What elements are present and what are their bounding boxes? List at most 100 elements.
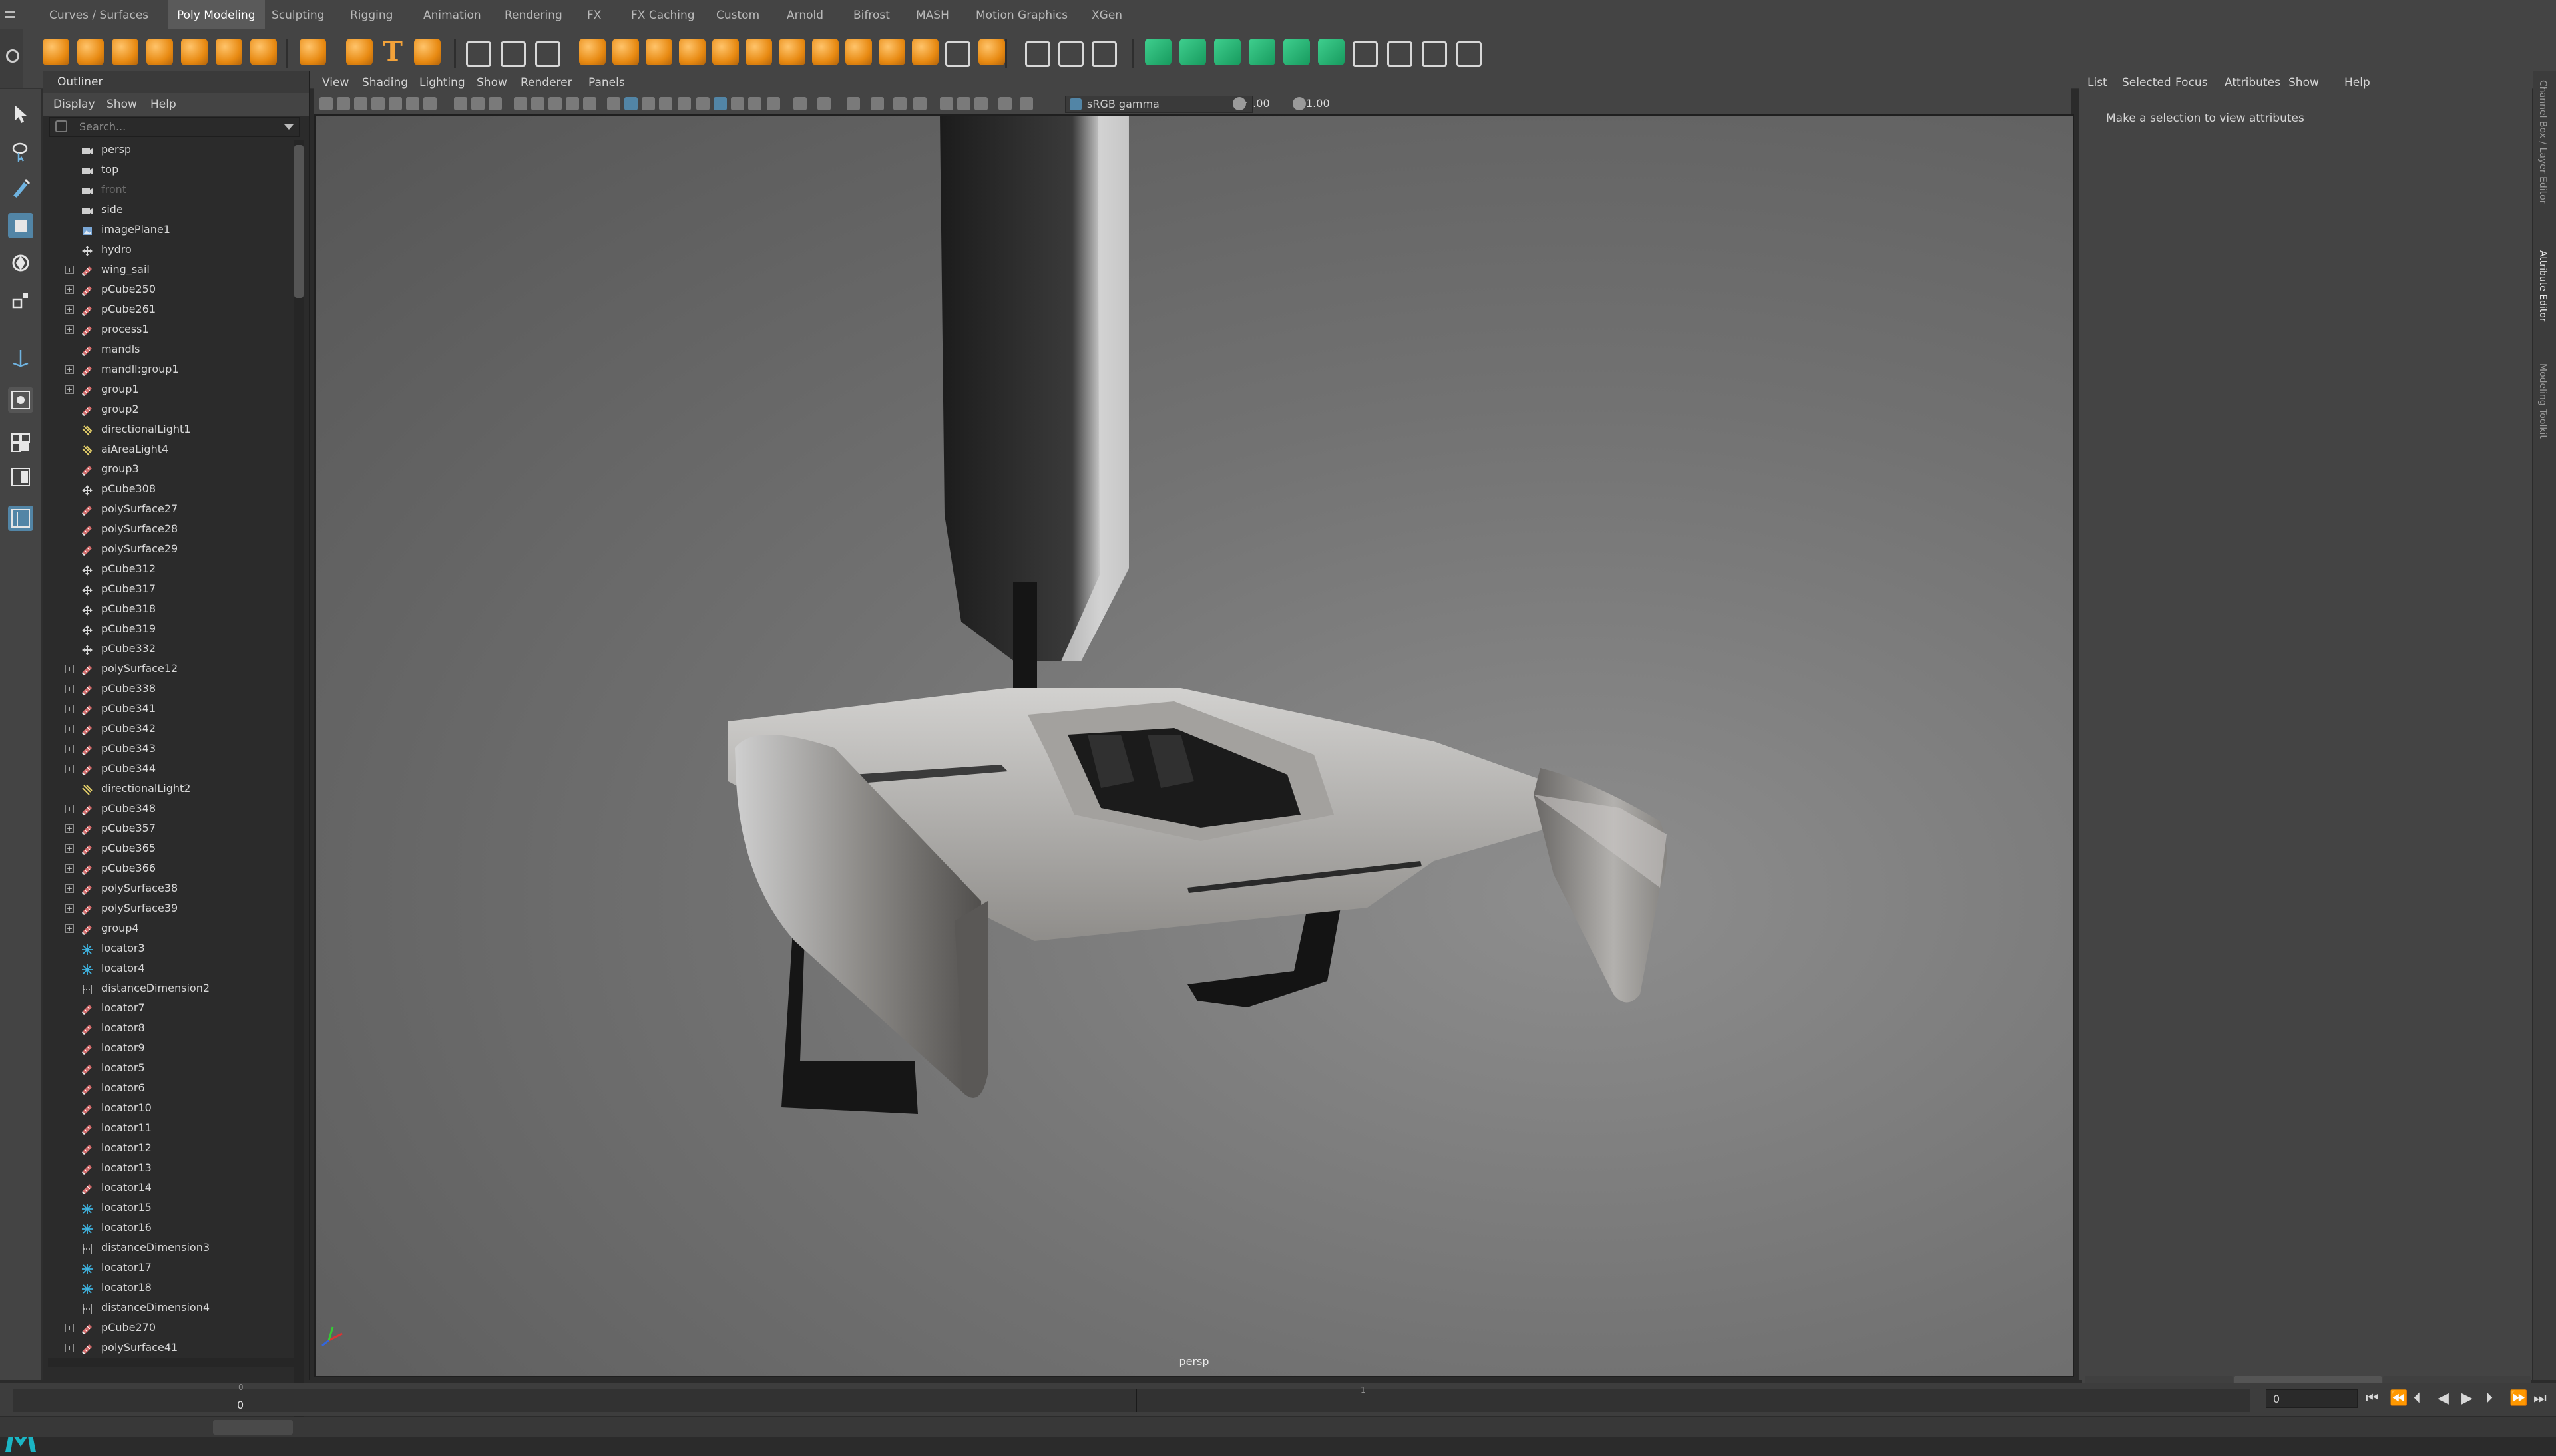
shelf-tab-motion-graphics[interactable]: Motion Graphics bbox=[976, 0, 1068, 29]
viewport-toolbar-button-icon[interactable] bbox=[913, 97, 927, 110]
outliner-item[interactable]: + pCube261 bbox=[43, 299, 290, 319]
outliner-item[interactable]: + pCube341 bbox=[43, 699, 290, 719]
shelf-tab-poly-modeling[interactable]: Poly Modeling bbox=[168, 0, 265, 29]
outliner-item[interactable]: + pCube270 bbox=[43, 1318, 290, 1338]
outliner-item[interactable]: directionalLight1 bbox=[43, 419, 290, 439]
viewport-toolbar-button-icon[interactable] bbox=[531, 97, 544, 110]
outliner-item[interactable]: + pCube342 bbox=[43, 719, 290, 739]
viewport-toolbar-button-icon[interactable] bbox=[548, 97, 562, 110]
tab-modeling-toolkit[interactable]: Modeling Toolkit bbox=[2537, 363, 2548, 439]
expand-icon[interactable]: + bbox=[65, 385, 74, 394]
viewport-menu-show[interactable]: Show bbox=[477, 72, 507, 93]
outliner-item[interactable]: + polySurface41 bbox=[43, 1338, 290, 1358]
outliner-item[interactable]: + polySurface12 bbox=[43, 659, 290, 679]
outliner-item[interactable]: + polySurface39 bbox=[43, 898, 290, 918]
layout-uv-icon[interactable] bbox=[1318, 39, 1345, 65]
viewport-menu-view[interactable]: View bbox=[322, 72, 349, 93]
scale-tool-icon[interactable] bbox=[8, 287, 33, 313]
expand-icon[interactable]: + bbox=[65, 325, 74, 334]
checker-icon[interactable] bbox=[1422, 41, 1447, 67]
viewport-toolbar-button-icon[interactable] bbox=[847, 97, 860, 110]
sew-uv-icon[interactable] bbox=[1353, 41, 1378, 67]
shelf-tab-fx[interactable]: FX bbox=[587, 0, 601, 29]
viewport-toolbar-button-icon[interactable] bbox=[871, 97, 884, 110]
outliner-item[interactable]: + pCube348 bbox=[43, 799, 290, 819]
color-management-icon[interactable] bbox=[1070, 98, 1082, 110]
viewport-toolbar-button-icon[interactable] bbox=[1020, 97, 1033, 110]
outliner-search-field[interactable]: Search... bbox=[49, 117, 300, 137]
outliner-item[interactable]: + pCube366 bbox=[43, 858, 290, 878]
outliner-item[interactable]: locator7 bbox=[43, 998, 290, 1018]
shelf-menu-toggle[interactable] bbox=[0, 0, 19, 29]
exposure-gamma-icon[interactable] bbox=[1233, 97, 1246, 110]
viewport-toolbar-button-icon[interactable] bbox=[489, 97, 502, 110]
expand-icon[interactable]: + bbox=[65, 305, 74, 314]
shelf-tab-rigging[interactable]: Rigging bbox=[350, 0, 393, 29]
outliner-item[interactable]: pCube312 bbox=[43, 559, 290, 579]
outliner-item[interactable]: pCube319 bbox=[43, 619, 290, 639]
paint-select-tool-icon[interactable] bbox=[8, 176, 33, 201]
boolean-icon[interactable] bbox=[612, 39, 639, 65]
outliner-item[interactable]: imagePlane1 bbox=[43, 220, 290, 240]
viewport-toolbar-button-icon[interactable] bbox=[371, 97, 385, 110]
viewport-toolbar-button-icon[interactable] bbox=[817, 97, 831, 110]
last-tool-icon[interactable] bbox=[8, 346, 33, 371]
viewport-toolbar-button-icon[interactable] bbox=[678, 97, 691, 110]
attribute-menu-help[interactable]: Help bbox=[2344, 71, 2370, 94]
outliner-item[interactable]: top bbox=[43, 160, 290, 180]
shelf-tab-xgen[interactable]: XGen bbox=[1092, 0, 1122, 29]
viewport-toolbar-button-icon[interactable] bbox=[354, 97, 367, 110]
outliner-item[interactable]: locator11 bbox=[43, 1118, 290, 1138]
extrude-icon[interactable] bbox=[646, 39, 672, 65]
shelf-tab-animation[interactable]: Animation bbox=[423, 0, 481, 29]
viewport-toolbar-button-icon[interactable] bbox=[642, 97, 655, 110]
attribute-menu-show[interactable]: Show bbox=[2288, 71, 2319, 94]
current-frame-field[interactable]: 0 bbox=[2266, 1389, 2358, 1408]
outliner-item[interactable]: polySurface27 bbox=[43, 499, 290, 519]
expand-icon[interactable]: + bbox=[65, 884, 74, 893]
viewport-toolbar-button-icon[interactable] bbox=[624, 97, 638, 110]
move-tool-icon[interactable] bbox=[8, 213, 33, 238]
step-back-key-icon[interactable]: ⏪ bbox=[2390, 1390, 2408, 1407]
attribute-menu-selected[interactable]: Selected bbox=[2122, 71, 2171, 94]
poly-platonic-icon[interactable] bbox=[346, 39, 373, 65]
attribute-menu-focus[interactable]: Focus bbox=[2175, 71, 2208, 94]
edge-flow-icon[interactable] bbox=[1092, 41, 1117, 67]
outliner-item[interactable]: + polySurface38 bbox=[43, 878, 290, 898]
layout-two-pane-icon[interactable] bbox=[8, 464, 33, 490]
unfold-icon[interactable] bbox=[1283, 39, 1310, 65]
cut-uv-icon[interactable] bbox=[1387, 41, 1412, 67]
viewport-toolbar-button-icon[interactable] bbox=[454, 97, 467, 110]
outliner-item[interactable]: distanceDimension3 bbox=[43, 1238, 290, 1258]
poly-torus-icon[interactable] bbox=[181, 39, 208, 65]
viewport-toolbar-button-icon[interactable] bbox=[607, 97, 620, 110]
fill-hole-icon[interactable] bbox=[779, 39, 805, 65]
viewport-toolbar-button-icon[interactable] bbox=[767, 97, 780, 110]
outliner-item[interactable]: distanceDimension4 bbox=[43, 1298, 290, 1318]
outliner-item[interactable]: persp bbox=[43, 140, 290, 160]
viewport-toolbar-button-icon[interactable] bbox=[974, 97, 988, 110]
outliner-item[interactable]: + mandll:group1 bbox=[43, 359, 290, 379]
outliner-item[interactable]: + pCube250 bbox=[43, 279, 290, 299]
viewport-toolbar-button-icon[interactable] bbox=[659, 97, 672, 110]
outliner-item[interactable]: locator9 bbox=[43, 1038, 290, 1058]
expand-icon[interactable]: + bbox=[65, 864, 74, 873]
expand-icon[interactable]: + bbox=[65, 685, 74, 693]
expand-icon[interactable]: + bbox=[65, 904, 74, 913]
expand-icon[interactable]: + bbox=[65, 824, 74, 833]
lasso-tool-icon[interactable] bbox=[8, 138, 33, 164]
filter-icon[interactable] bbox=[55, 120, 67, 132]
shelf-tab-arnold[interactable]: Arnold bbox=[787, 0, 823, 29]
attribute-menu-attributes[interactable]: Attributes bbox=[2225, 71, 2280, 94]
append-icon[interactable] bbox=[746, 39, 772, 65]
outliner-item[interactable]: + pCube357 bbox=[43, 819, 290, 838]
outliner-item[interactable]: + group4 bbox=[43, 918, 290, 938]
poly-cylinder-icon[interactable] bbox=[112, 39, 138, 65]
expand-icon[interactable]: + bbox=[65, 365, 74, 374]
quad-draw-icon[interactable] bbox=[912, 39, 939, 65]
viewport-toolbar-button-icon[interactable] bbox=[793, 97, 807, 110]
smooth-icon[interactable] bbox=[535, 41, 560, 67]
viewport-toolbar-button-icon[interactable] bbox=[471, 97, 485, 110]
outliner-item[interactable]: locator3 bbox=[43, 938, 290, 958]
viewport-menu-panels[interactable]: Panels bbox=[588, 72, 625, 93]
